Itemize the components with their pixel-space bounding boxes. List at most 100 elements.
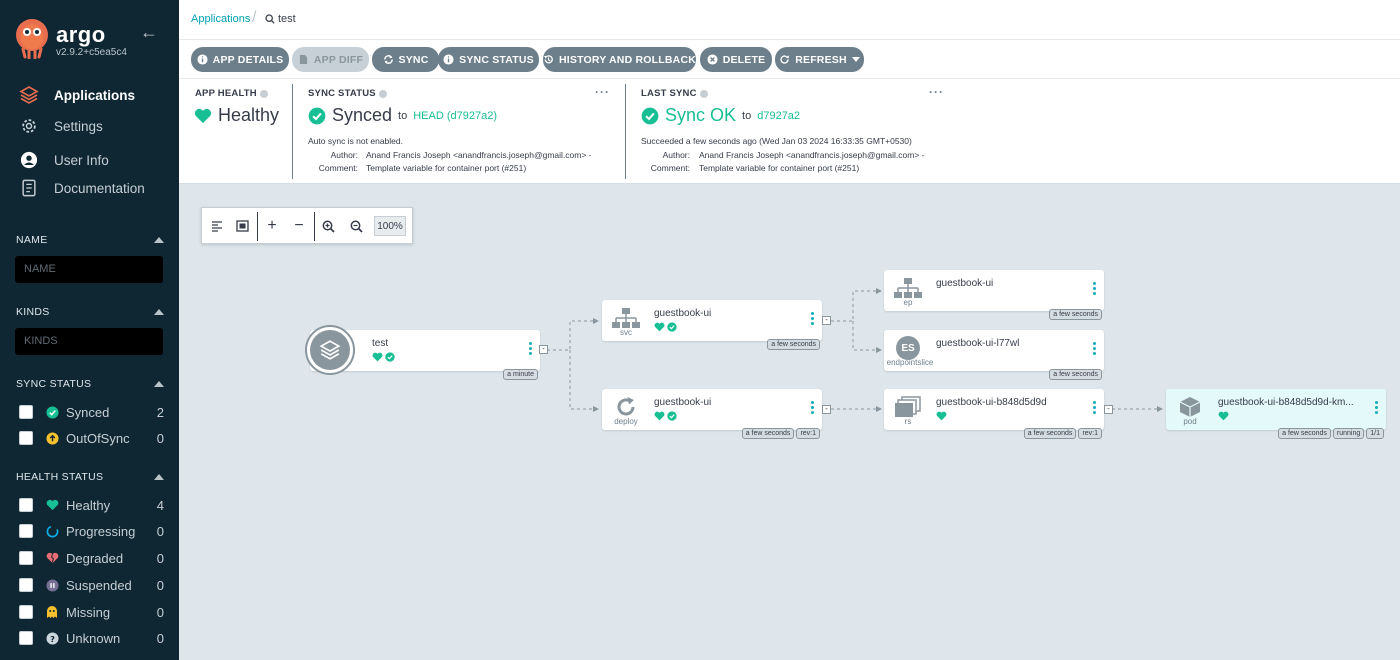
collapse-toggle[interactable]: -: [822, 316, 831, 325]
action-toolbar: APP DETAILS APP DIFF SYNC SYNC STATUS HI…: [179, 40, 1400, 79]
heart-icon: [654, 322, 665, 332]
divider: [292, 84, 293, 179]
status-panel: APP HEALTH Healthy SYNC STATUS ··· Synce…: [179, 79, 1400, 184]
network-icon: [610, 306, 642, 330]
top-bar: Applications / test: [179, 0, 1400, 40]
history-icon: [543, 54, 554, 65]
node-menu-icon[interactable]: [1093, 401, 1096, 414]
deploy-node[interactable]: deploy guestbook-ui a few seconds rev:1: [602, 389, 822, 439]
nav-label: User Info: [54, 152, 109, 168]
svc-node[interactable]: svc guestbook-ui a few seconds: [602, 300, 822, 350]
nav-label: Applications: [54, 87, 136, 103]
brand-name: argo: [56, 22, 106, 47]
breadcrumb-applications[interactable]: Applications: [191, 13, 250, 25]
checkbox[interactable]: [19, 551, 33, 565]
filter-progressing[interactable]: Progressing 0: [19, 522, 164, 540]
collapse-toggle[interactable]: -: [1104, 405, 1113, 414]
comment-value: Template variable for container port (#2…: [366, 163, 527, 173]
sync-status-button[interactable]: SYNC STATUS: [438, 47, 539, 72]
pod-node[interactable]: pod guestbook-ui-b848d5d9d-km... a few s…: [1166, 389, 1386, 439]
app-diff-button[interactable]: APP DIFF: [292, 47, 369, 72]
sync-status-value: Synced to HEAD (d7927a2): [308, 105, 497, 126]
synced-icon: [641, 107, 659, 124]
filter-kinds-header[interactable]: KINDS: [16, 306, 164, 318]
node-menu-icon[interactable]: [1093, 342, 1096, 355]
filter-healthy[interactable]: Healthy 4: [19, 496, 164, 514]
sync-icon: [383, 54, 394, 65]
collapse-toggle[interactable]: -: [539, 345, 548, 354]
checkbox[interactable]: [19, 498, 33, 512]
last-sync-header: LAST SYNC: [641, 88, 708, 99]
collapse-toggle[interactable]: -: [822, 405, 831, 414]
comment-value: Template variable for container port (#2…: [699, 163, 860, 173]
node-status: [936, 411, 947, 421]
sync-revision-link[interactable]: HEAD (d7927a2): [413, 110, 497, 122]
filter-unknown[interactable]: ? Unknown 0: [19, 629, 164, 647]
replicaset-icon: [892, 395, 924, 419]
last-sync-revision-link[interactable]: d7927a2: [757, 110, 800, 122]
sync-button[interactable]: SYNC: [372, 47, 439, 72]
delete-button[interactable]: DELETE: [700, 47, 772, 72]
filter-suspended[interactable]: Suspended 0: [19, 576, 164, 594]
ep-node[interactable]: ep guestbook-ui a few seconds: [884, 270, 1104, 320]
nav-applications[interactable]: Applications: [18, 83, 135, 107]
kinds-filter-input[interactable]: KINDS: [15, 328, 163, 355]
help-icon[interactable]: [699, 89, 708, 98]
author-label: Author:: [330, 150, 358, 160]
node-menu-icon[interactable]: [1093, 282, 1096, 295]
node-menu-icon[interactable]: [1375, 401, 1378, 414]
caret-up-icon: [154, 474, 164, 480]
pod-cube-icon: [1174, 395, 1206, 419]
checkbox[interactable]: [19, 578, 33, 592]
node-menu-icon[interactable]: [811, 312, 814, 325]
checkbox[interactable]: [19, 605, 33, 619]
endpointslice-node[interactable]: ES endpointslice guestbook-ui-l77wl a fe…: [884, 330, 1104, 380]
author-value: Anand Francis Joseph <anandfrancis.josep…: [366, 150, 592, 160]
checkbox[interactable]: [19, 524, 33, 538]
node-title: guestbook-ui: [654, 308, 712, 319]
filter-outofsync[interactable]: OutOfSync 0: [19, 429, 164, 447]
last-sync-value: Sync OK to d7927a2: [641, 105, 800, 126]
filter-name-header[interactable]: NAME: [16, 234, 164, 246]
app-details-button[interactable]: APP DETAILS: [191, 47, 289, 72]
checkbox[interactable]: [19, 631, 33, 645]
checkbox[interactable]: [19, 431, 33, 445]
nav-settings[interactable]: Settings: [18, 114, 103, 138]
sync-status-more-icon[interactable]: ···: [595, 85, 610, 99]
app-node[interactable]: test a minute: [305, 325, 540, 380]
node-menu-icon[interactable]: [811, 401, 814, 414]
nav-user-info[interactable]: User Info: [18, 148, 109, 172]
filter-degraded[interactable]: Degraded 0: [19, 549, 164, 567]
argo-logo: [16, 19, 48, 59]
breadcrumb-current[interactable]: test: [265, 13, 296, 25]
help-icon[interactable]: [378, 89, 387, 98]
filter-synced[interactable]: Synced 2: [19, 403, 164, 421]
node-tags: a few seconds rev:1: [1023, 428, 1102, 439]
progressing-icon: [45, 524, 59, 538]
collapse-sidebar-icon[interactable]: ←: [140, 22, 158, 43]
filter-sync-header[interactable]: SYNC STATUS: [16, 378, 164, 390]
node-tags: a few seconds: [1049, 309, 1102, 320]
filter-missing[interactable]: Missing 0: [19, 603, 164, 621]
docs-icon: [18, 177, 40, 199]
nav-label: Settings: [54, 118, 103, 134]
comment-label: Comment:: [650, 163, 690, 173]
heart-icon: [194, 108, 212, 123]
auto-sync-note: Auto sync is not enabled.: [308, 136, 403, 146]
synced-icon: [385, 352, 395, 362]
node-kind: svc: [620, 328, 632, 337]
last-sync-more-icon[interactable]: ···: [929, 85, 944, 99]
node-tags: a minute: [503, 369, 538, 380]
user-icon: [18, 149, 40, 171]
help-icon[interactable]: [259, 89, 268, 98]
history-rollback-button[interactable]: HISTORY AND ROLLBACK: [543, 47, 696, 72]
svg-text:?: ?: [50, 633, 55, 643]
nav-documentation[interactable]: Documentation: [18, 176, 145, 200]
node-menu-icon[interactable]: [529, 342, 532, 355]
name-filter-input[interactable]: NAME: [15, 256, 163, 283]
rs-node[interactable]: rs guestbook-ui-b848d5d9d a few seconds r…: [884, 389, 1104, 439]
filter-health-header[interactable]: HEALTH STATUS: [16, 471, 164, 483]
checkbox[interactable]: [19, 405, 33, 419]
node-title: guestbook-ui-b848d5d9d: [936, 397, 1047, 408]
refresh-button[interactable]: REFRESH: [775, 47, 864, 72]
